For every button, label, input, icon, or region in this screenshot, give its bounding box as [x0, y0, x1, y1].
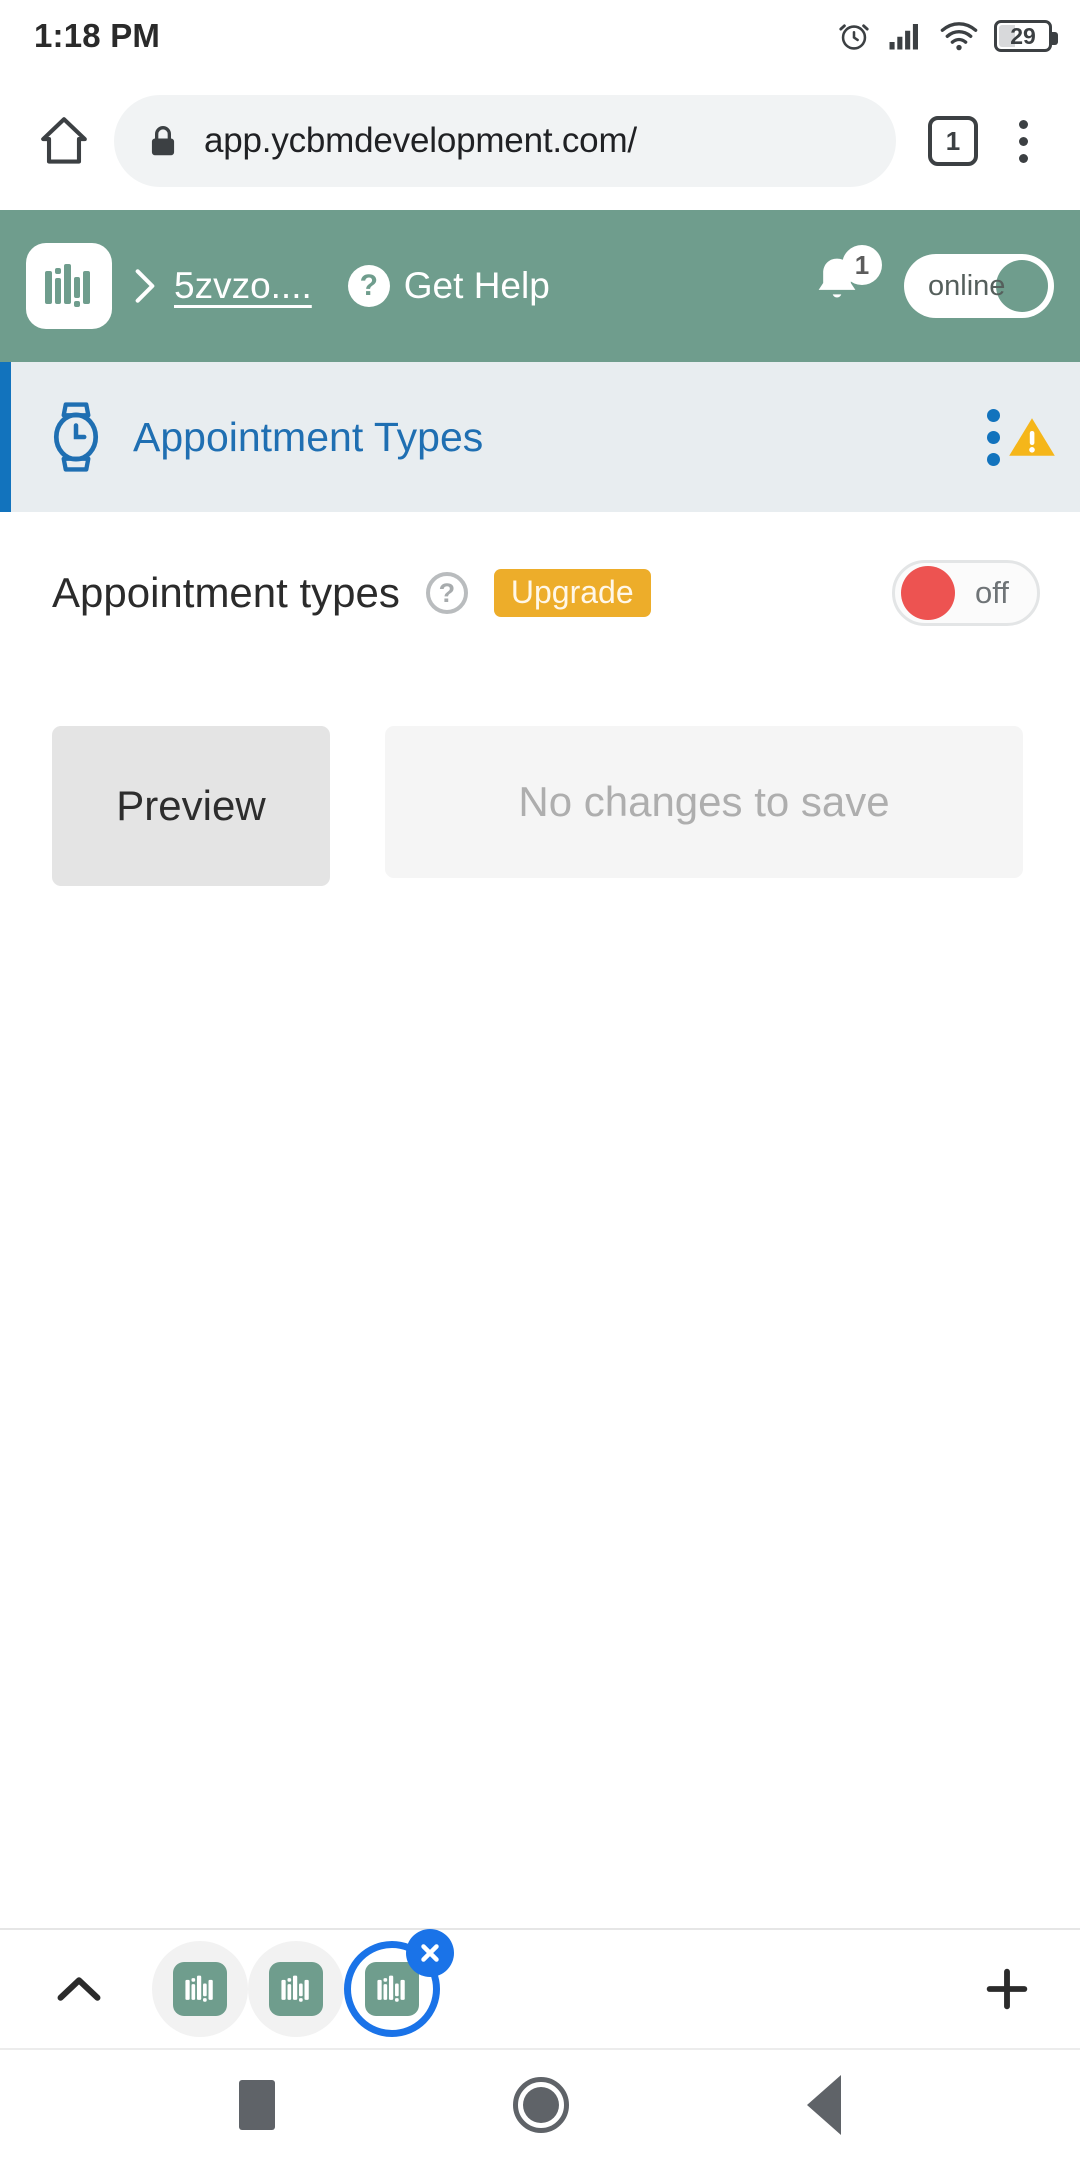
question-circle-icon[interactable]: ?	[425, 572, 468, 614]
ycbm-logo-icon	[281, 1975, 309, 2002]
signal-icon	[889, 24, 918, 50]
browser-tab-strip	[0, 1928, 1080, 2050]
notifications-button[interactable]: 1	[808, 245, 882, 321]
appointment-types-section-bar[interactable]: Appointment Types	[0, 362, 1080, 512]
main-content: Appointment types ? Upgrade off Preview …	[0, 512, 1080, 886]
phone-screen: 1:18 PM 29 app.ycbmdevelopment.com/ 1 5z…	[0, 0, 1080, 2160]
ycbm-tab-icon	[173, 1962, 227, 2016]
battery-percent-label: 29	[1010, 22, 1036, 49]
preview-button[interactable]: Preview	[52, 726, 330, 886]
browser-tab-item-active[interactable]	[344, 1929, 454, 2037]
get-help-button[interactable]: ? Get Help	[347, 265, 550, 307]
new-tab-button[interactable]	[972, 1963, 1042, 2015]
ycbm-tab-icon	[365, 1962, 419, 2016]
home-icon	[41, 117, 87, 164]
square-recents-icon[interactable]	[239, 2080, 275, 2130]
toggle-knob	[901, 566, 955, 620]
url-text: app.ycbmdevelopment.com/	[204, 121, 637, 160]
ycbm-logo-icon	[45, 264, 90, 307]
action-buttons: Preview No changes to save	[52, 726, 1040, 886]
online-status-toggle[interactable]: online	[904, 254, 1054, 318]
section-title: Appointment Types	[133, 413, 484, 460]
url-bar[interactable]: app.ycbmdevelopment.com/	[114, 95, 896, 187]
android-status-bar: 1:18 PM 29	[0, 0, 1080, 72]
android-nav-bar	[0, 2050, 1080, 2160]
question-mark-icon: ?	[347, 265, 390, 307]
notification-badge: 1	[842, 245, 882, 285]
browser-home-button[interactable]	[24, 112, 104, 170]
ycbm-tab-icon	[269, 1962, 323, 2016]
online-status-label: online	[928, 269, 1006, 302]
ycbm-logo-icon	[185, 1975, 213, 2002]
battery-icon: 29	[994, 20, 1058, 52]
ycbm-logo-icon	[377, 1975, 405, 2002]
watch-clock-icon	[53, 402, 99, 472]
status-bar-icons: 29	[836, 18, 1058, 54]
browser-tab-item[interactable]	[248, 1941, 344, 2037]
get-help-label: Get Help	[403, 265, 550, 306]
app-header: 5zvzo.... ? Get Help 1 online	[0, 210, 1080, 362]
close-x-icon	[421, 1944, 439, 1962]
browser-toolbar: app.ycbmdevelopment.com/ 1	[0, 72, 1080, 210]
browser-tab-item[interactable]	[152, 1941, 248, 2037]
warning-triangle-icon[interactable]	[1006, 413, 1058, 461]
upgrade-badge[interactable]: Upgrade	[493, 569, 651, 617]
wifi-icon	[940, 22, 978, 51]
breadcrumb-link[interactable]: 5zvzo....	[174, 265, 312, 307]
ycbm-logo-button[interactable]	[26, 243, 112, 329]
appointment-types-setting-row: Appointment types ? Upgrade off	[52, 560, 1040, 626]
circle-home-icon[interactable]	[513, 2077, 569, 2133]
toggle-state-label: off	[975, 575, 1009, 610]
tab-switcher-button[interactable]: 1	[928, 116, 978, 166]
tab-count-label: 1	[945, 125, 961, 156]
save-button: No changes to save	[385, 726, 1023, 878]
chevron-up-icon	[57, 1977, 101, 2001]
appointment-types-toggle[interactable]: off	[892, 560, 1040, 626]
section-actions	[987, 408, 1058, 466]
section-menu-button[interactable]	[987, 408, 1000, 466]
setting-label: Appointment types	[52, 569, 400, 616]
plus-icon	[986, 1968, 1028, 2010]
alarm-icon	[839, 24, 869, 50]
close-tab-button[interactable]	[406, 1929, 454, 1977]
status-bar-clock: 1:18 PM	[34, 17, 161, 54]
browser-menu-button[interactable]	[998, 119, 1048, 163]
triangle-back-icon[interactable]	[807, 2075, 841, 2135]
collapse-tabstrip-button[interactable]	[42, 1969, 116, 2009]
chevron-right-icon	[135, 269, 155, 303]
lock-icon	[151, 126, 175, 156]
